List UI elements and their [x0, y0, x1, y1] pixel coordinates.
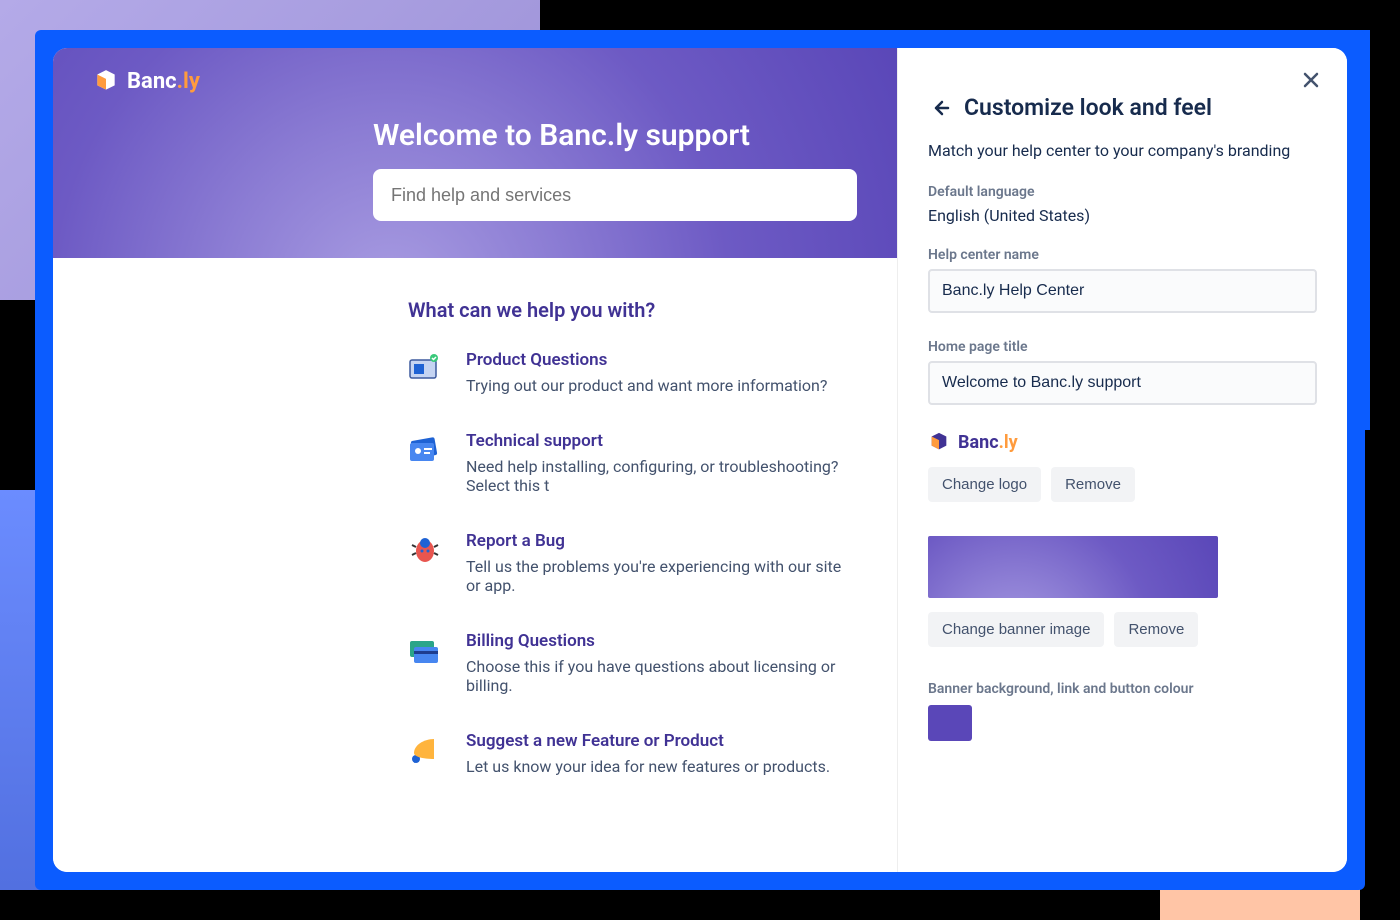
topic-title: Technical support	[466, 431, 857, 451]
banner-preview	[928, 536, 1218, 598]
home-page-title-label: Home page title	[928, 339, 1317, 355]
topic-desc: Trying out our product and want more inf…	[466, 376, 827, 395]
bug-icon	[408, 533, 442, 567]
panel-subtitle: Match your help center to your company's…	[928, 141, 1317, 160]
monitor-icon	[408, 352, 442, 386]
topic-desc: Choose this if you have questions about …	[466, 657, 857, 695]
back-button[interactable]	[928, 97, 950, 119]
search-input[interactable]	[373, 169, 857, 221]
megaphone-icon	[408, 733, 442, 767]
color-label: Banner background, link and button colou…	[928, 681, 1317, 697]
brand-suffix: .ly	[177, 69, 200, 94]
topic-report-bug[interactable]: Report a Bug Tell us the problems you're…	[408, 531, 857, 595]
help-center-name-input[interactable]	[928, 269, 1317, 313]
arrow-left-icon	[928, 97, 950, 119]
close-icon	[1301, 70, 1321, 90]
customize-panel: Customize look and feel Match your help …	[897, 48, 1347, 872]
help-center-name-label: Help center name	[928, 247, 1317, 263]
brand-suffix: .ly	[999, 432, 1018, 453]
brand-logo: Banc.ly	[93, 68, 857, 94]
change-logo-button[interactable]: Change logo	[928, 467, 1041, 502]
topic-desc: Need help installing, configuring, or tr…	[466, 457, 857, 495]
brand-name: Banc	[127, 69, 177, 94]
topic-title: Product Questions	[466, 350, 827, 370]
credit-card-icon	[408, 633, 442, 667]
default-language-value: English (United States)	[928, 206, 1317, 225]
section-title: What can we help you with?	[408, 298, 857, 322]
topic-billing-questions[interactable]: Billing Questions Choose this if you hav…	[408, 631, 857, 695]
logo-preview: Banc.ly	[928, 431, 1317, 453]
remove-banner-button[interactable]: Remove	[1114, 612, 1198, 647]
color-swatch[interactable]	[928, 705, 972, 741]
close-button[interactable]	[1301, 70, 1321, 90]
topic-product-questions[interactable]: Product Questions Trying out our product…	[408, 350, 857, 395]
topic-technical-support[interactable]: Technical support Need help installing, …	[408, 431, 857, 495]
hero-banner: Banc.ly Welcome to Banc.ly support	[53, 48, 897, 258]
topic-desc: Tell us the problems you're experiencing…	[466, 557, 857, 595]
default-language-label: Default language	[928, 184, 1317, 200]
topic-title: Billing Questions	[466, 631, 857, 651]
hero-title: Welcome to Banc.ly support	[373, 118, 857, 153]
remove-logo-button[interactable]: Remove	[1051, 467, 1135, 502]
id-card-icon	[408, 433, 442, 467]
home-page-title-input[interactable]	[928, 361, 1317, 405]
panel-title: Customize look and feel	[964, 94, 1212, 121]
topic-title: Suggest a new Feature or Product	[466, 731, 830, 751]
topic-desc: Let us know your idea for new features o…	[466, 757, 830, 776]
brand-name: Banc	[958, 432, 999, 453]
topic-suggest-feature[interactable]: Suggest a new Feature or Product Let us …	[408, 731, 857, 776]
logo-icon	[93, 68, 119, 94]
topic-title: Report a Bug	[466, 531, 857, 551]
change-banner-button[interactable]: Change banner image	[928, 612, 1104, 647]
logo-icon	[928, 431, 950, 453]
